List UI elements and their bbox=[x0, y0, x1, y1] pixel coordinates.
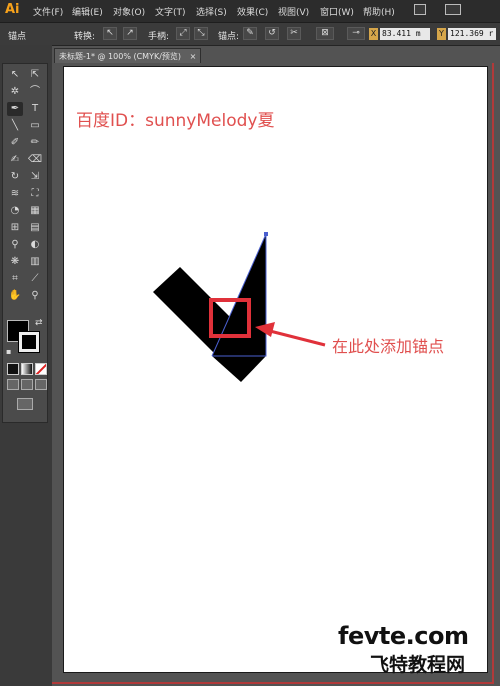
selection-tool-icon[interactable]: ↖ bbox=[7, 68, 23, 82]
rotate-tool-icon[interactable]: ↻ bbox=[7, 170, 23, 184]
artboard-edge-marker-bottom bbox=[52, 682, 494, 684]
menu-effect[interactable]: 效果(C) bbox=[237, 5, 268, 18]
eraser-tool-icon[interactable]: ⌫ bbox=[27, 153, 43, 167]
convert-to-corner-icon[interactable]: ↖ bbox=[103, 27, 117, 40]
gradient-tool-icon[interactable]: ▤ bbox=[27, 221, 43, 235]
blob-brush-tool-icon[interactable]: ✍ bbox=[7, 153, 23, 167]
type-tool-icon[interactable]: T bbox=[27, 102, 43, 116]
draw-behind-icon[interactable] bbox=[21, 379, 33, 390]
artboard[interactable] bbox=[63, 66, 488, 673]
draw-inside-icon[interactable] bbox=[35, 379, 47, 390]
artboard-tool-icon[interactable]: ⌗ bbox=[7, 272, 23, 286]
convert-to-smooth-icon[interactable]: ↗ bbox=[123, 27, 137, 40]
app-logo: Ai bbox=[5, 2, 20, 17]
menu-view[interactable]: 视图(V) bbox=[278, 5, 309, 18]
document-tab-title: 未标题-1* @ 100% (CMYK/预览) bbox=[59, 52, 182, 61]
default-fill-stroke-icon[interactable]: ▪ bbox=[6, 347, 11, 356]
color-mode-icon[interactable] bbox=[7, 363, 19, 375]
show-handles-icon[interactable]: ⤢ bbox=[176, 27, 190, 40]
perspective-grid-tool-icon[interactable]: ▦ bbox=[27, 204, 43, 218]
none-mode-icon[interactable] bbox=[35, 363, 47, 375]
menu-window[interactable]: 窗口(W) bbox=[320, 5, 354, 18]
artboard-edge-marker-right bbox=[492, 63, 494, 683]
site-logo: fevte.com bbox=[338, 622, 469, 650]
menu-select[interactable]: 选择(S) bbox=[196, 5, 227, 18]
x-symbol: X bbox=[369, 28, 378, 40]
stroke-swatch[interactable] bbox=[18, 331, 40, 353]
free-transform-tool-icon[interactable]: ⛶ bbox=[27, 187, 43, 201]
bridge-icon[interactable] bbox=[414, 4, 426, 15]
cut-path-icon[interactable]: ✂ bbox=[287, 27, 301, 40]
anchor-label: 锚点: bbox=[218, 32, 240, 42]
pen-tool-icon[interactable]: ✒ bbox=[7, 102, 23, 116]
mesh-tool-icon[interactable]: ⊞ bbox=[7, 221, 23, 235]
site-name: 飞特教程网 bbox=[370, 654, 466, 676]
gradient-mode-icon[interactable] bbox=[21, 363, 33, 375]
magic-wand-tool-icon[interactable]: ✲ bbox=[7, 85, 23, 99]
screen-mode-icon[interactable] bbox=[17, 398, 33, 410]
lasso-tool-icon[interactable]: ⌒ bbox=[27, 85, 43, 99]
draw-normal-icon[interactable] bbox=[7, 379, 19, 390]
connect-path-icon[interactable]: ↺ bbox=[265, 27, 279, 40]
document-tab[interactable]: 未标题-1* @ 100% (CMYK/预览) × bbox=[54, 48, 202, 64]
shape-builder-tool-icon[interactable]: ◔ bbox=[7, 204, 23, 218]
tool-name-label: 锚点 bbox=[8, 32, 27, 42]
warp-tool-icon[interactable]: ≋ bbox=[7, 187, 23, 201]
direct-selection-tool-icon[interactable]: ⇱ bbox=[27, 68, 43, 82]
convert-label: 转换: bbox=[74, 32, 96, 42]
handles-label: 手柄: bbox=[148, 32, 170, 42]
y-position-input[interactable]: 121.369 r bbox=[448, 28, 496, 40]
symbol-sprayer-tool-icon[interactable]: ❋ bbox=[7, 255, 23, 269]
menu-object[interactable]: 对象(O) bbox=[113, 5, 145, 18]
menu-edit[interactable]: 编辑(E) bbox=[72, 5, 103, 18]
blend-tool-icon[interactable]: ◐ bbox=[27, 238, 43, 252]
eyedropper-tool-icon[interactable]: ⚲ bbox=[7, 238, 23, 252]
column-graph-tool-icon[interactable]: ▥ bbox=[27, 255, 43, 269]
control-bar: 锚点 转换: ↖ ↗ 手柄: ⤢ ⤡ 锚点: ✎ ↺ ✂ ⊠ ⊸ X 83.41… bbox=[0, 23, 500, 46]
workspace-switcher-icon[interactable] bbox=[445, 4, 461, 15]
slice-tool-icon[interactable]: ⟋ bbox=[27, 272, 43, 286]
hand-tool-icon[interactable]: ✋ bbox=[7, 289, 23, 303]
close-tab-icon[interactable]: × bbox=[190, 52, 197, 61]
y-symbol: Y bbox=[437, 28, 446, 40]
hide-handles-icon[interactable]: ⤡ bbox=[194, 27, 208, 40]
pencil-tool-icon[interactable]: ✏ bbox=[27, 136, 43, 150]
paintbrush-tool-icon[interactable]: ✐ bbox=[7, 136, 23, 150]
remove-anchor-icon[interactable]: ✎ bbox=[243, 27, 257, 40]
menu-help[interactable]: 帮助(H) bbox=[363, 5, 395, 18]
menu-bar: Ai 文件(F) 编辑(E) 对象(O) 文字(T) 选择(S) 效果(C) 视… bbox=[0, 0, 500, 23]
annotation-text: 在此处添加锚点 bbox=[332, 337, 445, 356]
tools-panel: ↖ ⇱ ✲ ⌒ ✒ T ╲ ▭ ✐ ✏ ✍ ⌫ ↻ ⇲ ≋ ⛶ ◔ ▦ ⊞ ▤ … bbox=[2, 63, 48, 423]
watermark-text: 百度ID：sunnyMelody夏 bbox=[76, 111, 275, 131]
rectangle-tool-icon[interactable]: ▭ bbox=[27, 119, 43, 133]
align-anchor-icon[interactable]: ⊸ bbox=[347, 27, 365, 40]
x-position-input[interactable]: 83.411 m bbox=[380, 28, 430, 40]
scale-tool-icon[interactable]: ⇲ bbox=[27, 170, 43, 184]
swap-fill-stroke-icon[interactable]: ⇄ bbox=[35, 318, 43, 328]
menu-type[interactable]: 文字(T) bbox=[155, 5, 186, 18]
line-tool-icon[interactable]: ╲ bbox=[7, 119, 23, 133]
isolate-icon[interactable]: ⊠ bbox=[316, 27, 334, 40]
menu-file[interactable]: 文件(F) bbox=[33, 5, 63, 18]
zoom-tool-icon[interactable]: ⚲ bbox=[27, 289, 43, 303]
